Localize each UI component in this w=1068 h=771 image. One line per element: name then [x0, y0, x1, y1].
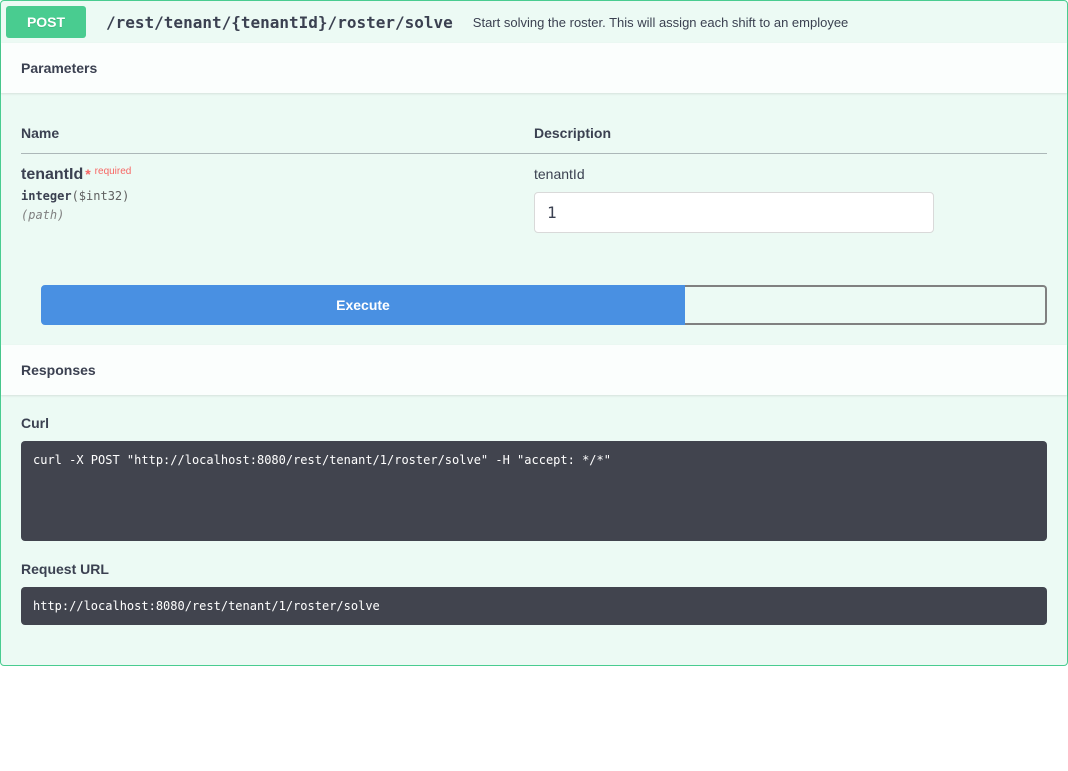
parameter-row: tenantId*required integer($int32) (path)…	[21, 154, 1047, 246]
parameters-container: Name Description tenantId*required integ…	[1, 93, 1067, 265]
parameters-title: Parameters	[21, 60, 97, 76]
responses-header: Responses	[1, 345, 1067, 395]
operation-summary[interactable]: POST /rest/tenant/{tenantId}/roster/solv…	[1, 1, 1067, 43]
curl-output[interactable]: curl -X POST "http://localhost:8080/rest…	[21, 441, 1047, 541]
col-header-description: Description	[534, 113, 1047, 154]
http-method-badge: POST	[6, 6, 86, 38]
parameter-name-text: tenantId	[21, 166, 83, 183]
parameter-in: (path)	[21, 208, 534, 222]
required-label: required	[93, 166, 132, 177]
parameter-format: ($int32)	[72, 189, 130, 203]
endpoint-description: Start solving the roster. This will assi…	[473, 15, 1062, 30]
parameters-table: Name Description tenantId*required integ…	[21, 113, 1047, 245]
endpoint-path: /rest/tenant/{tenantId}/roster/solve	[96, 13, 463, 32]
parameters-header: Parameters	[1, 43, 1067, 93]
col-header-name: Name	[21, 113, 534, 154]
required-star-icon: *	[83, 166, 92, 182]
execute-button[interactable]: Execute	[41, 285, 685, 325]
parameter-type: integer($int32)	[21, 184, 534, 208]
request-url-output[interactable]: http://localhost:8080/rest/tenant/1/rost…	[21, 587, 1047, 625]
curl-label: Curl	[21, 415, 1047, 431]
responses-title: Responses	[21, 362, 96, 378]
parameter-input[interactable]	[534, 192, 934, 233]
responses-inner: Curl curl -X POST "http://localhost:8080…	[1, 395, 1067, 665]
execute-wrapper: Execute	[1, 265, 1067, 345]
parameter-name: tenantId*required	[21, 166, 534, 184]
operation-body: Parameters Name Description tenantId*req…	[1, 43, 1067, 665]
request-url-label: Request URL	[21, 561, 1047, 577]
operation-block: POST /rest/tenant/{tenantId}/roster/solv…	[0, 0, 1068, 666]
parameter-description: tenantId	[534, 166, 1047, 182]
parameter-type-text: integer	[21, 189, 72, 203]
clear-button[interactable]	[685, 285, 1047, 325]
